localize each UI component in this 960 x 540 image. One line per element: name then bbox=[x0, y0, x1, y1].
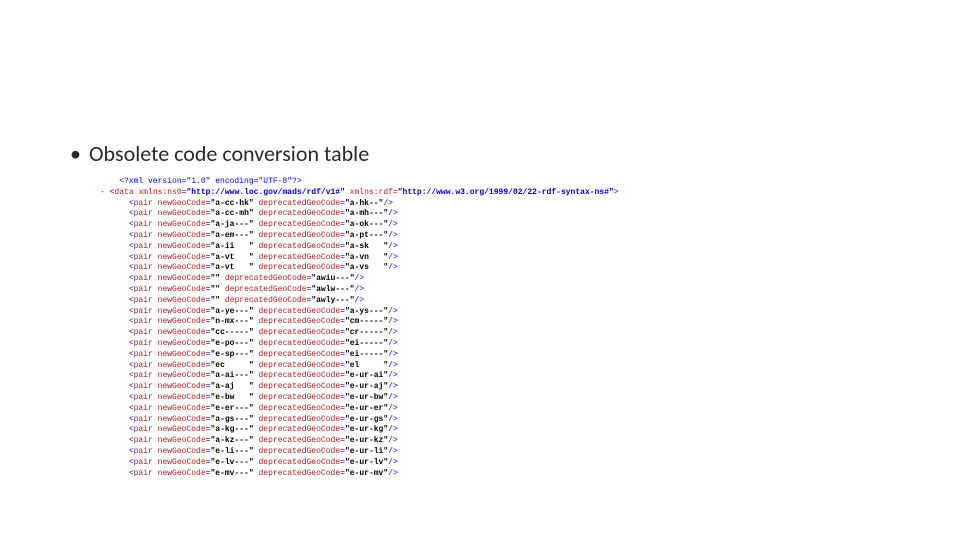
bullet-icon: • bbox=[70, 140, 81, 167]
slide-title: Obsolete code conversion table bbox=[89, 140, 369, 167]
xml-code-block: <?xml version="1.0" encoding="UTF-8"?> -… bbox=[100, 177, 890, 479]
title-row: • Obsolete code conversion table bbox=[70, 140, 890, 167]
slide: • Obsolete code conversion table <?xml v… bbox=[0, 0, 960, 479]
